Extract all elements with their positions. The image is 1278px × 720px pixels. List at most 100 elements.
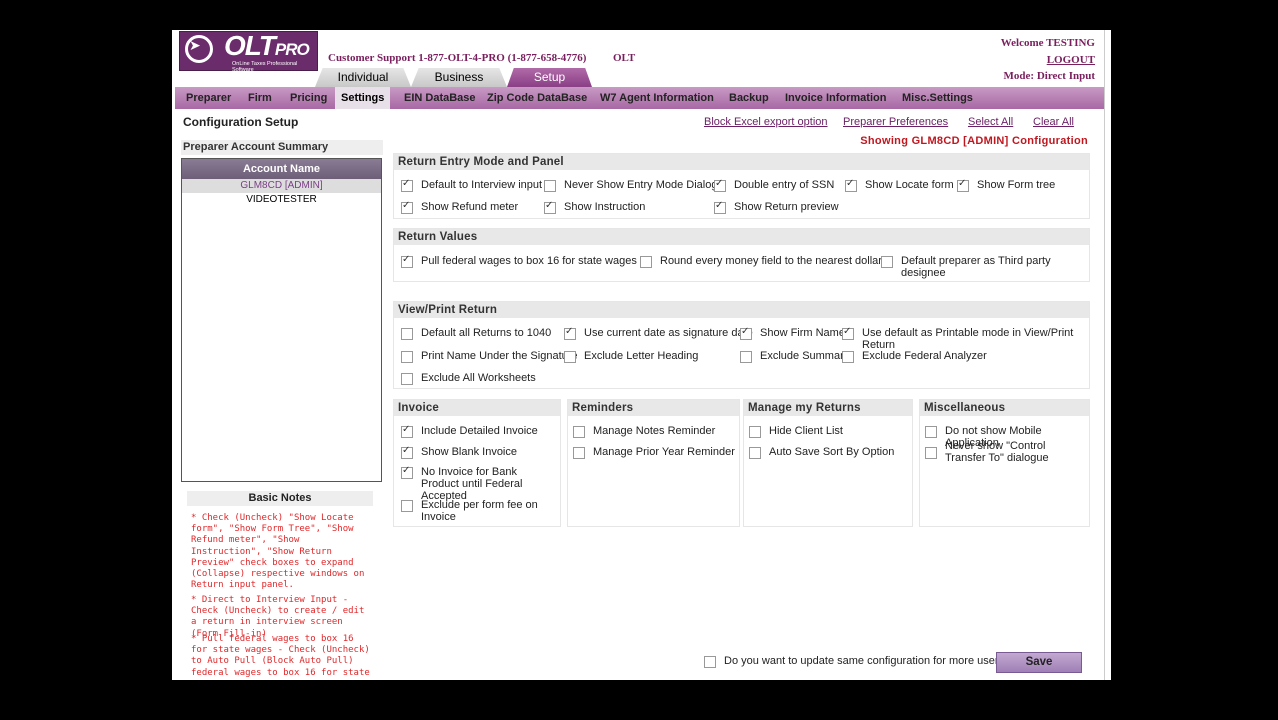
checkbox-box[interactable] [544,180,556,192]
return-values-panel: Return Values Pull federal wages to box … [393,228,1090,282]
exclude-all-worksheets-checkbox[interactable]: Exclude All Worksheets [401,372,536,385]
checkbox-box[interactable] [401,424,413,438]
default-interview-input-checkbox[interactable]: Default to Interview input [401,178,542,192]
include-detailed-invoice-checkbox[interactable]: Include Detailed Invoice [401,424,538,438]
checkbox-box[interactable] [704,656,716,668]
account-name-header: Account Name [182,159,381,179]
checkbox-label: Default preparer as Third party designee [901,255,1051,279]
checkbox-label: Exclude Federal Analyzer [862,350,987,362]
checkbox-box[interactable] [573,426,585,438]
checkbox-box[interactable] [401,351,413,363]
logout-link[interactable]: LOGOUT [1047,54,1095,66]
checkbox-box[interactable] [640,256,652,268]
account-row-glm8cd[interactable]: GLM8CD [ADMIN] [182,179,381,193]
checkbox-box[interactable] [401,328,413,340]
exclude-per-form-fee-checkbox[interactable]: Exclude per form fee on Invoice [401,499,551,523]
vertical-scrollbar[interactable] [1104,30,1111,680]
subnav-zip-code-database[interactable]: Zip Code DataBase [487,87,587,109]
print-name-under-signature-checkbox[interactable]: Print Name Under the Signature [401,350,578,363]
default-preparer-third-party-checkbox[interactable]: Default preparer as Third party designee [881,255,1089,279]
subnav-backup[interactable]: Backup [729,87,769,109]
checkbox-box[interactable] [749,426,761,438]
account-row-videotester[interactable]: VIDEOTESTER [182,193,381,207]
show-form-tree-checkbox[interactable]: Show Form tree [957,178,1056,192]
save-button[interactable]: Save [996,652,1082,673]
clear-all-link[interactable]: Clear All [1033,116,1074,128]
checkbox-box[interactable] [740,326,752,340]
view-print-panel: View/Print Return Default all Returns to… [393,301,1090,389]
checkbox-box[interactable] [842,326,854,340]
preparer-preferences-link[interactable]: Preparer Preferences [843,116,948,128]
checkbox-box[interactable] [957,178,969,192]
show-return-preview-checkbox[interactable]: Show Return preview [714,200,839,214]
checkbox-label: Manage Notes Reminder [593,425,716,437]
show-locate-form-checkbox[interactable]: Show Locate form [845,178,954,192]
default-returns-1040-checkbox[interactable]: Default all Returns to 1040 [401,327,551,340]
current-date-signature-checkbox[interactable]: Use current date as signature date [564,326,753,340]
checkbox-box[interactable] [845,178,857,192]
never-show-entry-mode-checkbox[interactable]: Never Show Entry Mode Dialog [544,179,717,192]
miscellaneous-panel: Miscellaneous Do not show Mobile Applica… [919,399,1090,527]
checkbox-box[interactable] [740,351,752,363]
subnav-firm[interactable]: Firm [248,87,272,109]
select-all-link[interactable]: Select All [968,116,1013,128]
checkbox-label: Never show "Control Transfer To" dialogu… [945,440,1049,464]
show-instruction-checkbox[interactable]: Show Instruction [544,200,645,214]
checkbox-box[interactable] [564,326,576,340]
auto-save-sort-checkbox[interactable]: Auto Save Sort By Option [749,446,894,459]
update-more-users-checkbox[interactable]: Do you want to update same configuration… [704,655,1010,668]
checkbox-box[interactable] [564,351,576,363]
never-show-control-transfer-checkbox[interactable]: Never show "Control Transfer To" dialogu… [925,440,1085,464]
exclude-summary-checkbox[interactable]: Exclude Summary [740,350,849,363]
round-money-field-checkbox[interactable]: Round every money field to the nearest d… [640,255,882,268]
exclude-federal-analyzer-checkbox[interactable]: Exclude Federal Analyzer [842,350,987,363]
subnav-ein-database[interactable]: EIN DataBase [404,87,476,109]
subnav-settings[interactable]: Settings [335,87,391,109]
no-invoice-bank-product-checkbox[interactable]: No Invoice for Bank Product until Federa… [401,465,556,502]
subnav-preparer[interactable]: Preparer [186,87,231,109]
printable-mode-default-checkbox[interactable]: Use default as Printable mode in View/Pr… [842,326,1089,351]
page-title: Configuration Setup [183,115,299,129]
checkbox-label: Exclude All Worksheets [421,372,536,384]
checkbox-box[interactable] [401,254,413,268]
hide-client-list-checkbox[interactable]: Hide Client List [749,425,843,438]
manage-prior-year-reminder-checkbox[interactable]: Manage Prior Year Reminder [573,446,735,459]
checkbox-label: Show Return preview [734,201,839,213]
checkbox-box[interactable] [401,445,413,459]
checkbox-box[interactable] [573,447,585,459]
checkbox-label: Show Locate form [865,179,954,191]
show-blank-invoice-checkbox[interactable]: Show Blank Invoice [401,445,517,459]
checkbox-box[interactable] [749,447,761,459]
reminders-panel: Reminders Manage Notes Reminder Manage P… [567,399,740,527]
checkbox-label: Auto Save Sort By Option [769,446,895,458]
show-refund-meter-checkbox[interactable]: Show Refund meter [401,200,518,214]
block-excel-export-link[interactable]: Block Excel export option [704,116,828,128]
checkbox-box[interactable] [401,373,413,385]
tab-individual[interactable]: Individual [315,68,411,87]
subnav-invoice-information[interactable]: Invoice Information [785,87,886,109]
pull-federal-wages-checkbox[interactable]: Pull federal wages to box 16 for state w… [401,254,637,268]
tab-business[interactable]: Business [411,68,507,87]
checkbox-box[interactable] [925,426,937,438]
tab-setup[interactable]: Setup [507,68,592,87]
subnav-misc-settings[interactable]: Misc.Settings [902,87,973,109]
show-firm-name-checkbox[interactable]: Show Firm Name [740,326,845,340]
checkbox-box[interactable] [401,500,413,512]
manage-notes-reminder-checkbox[interactable]: Manage Notes Reminder [573,425,715,438]
double-entry-ssn-checkbox[interactable]: Double entry of SSN [714,178,834,192]
checkbox-box[interactable] [842,351,854,363]
subnav-pricing[interactable]: Pricing [290,87,327,109]
checkbox-box[interactable] [401,200,413,214]
checkbox-box[interactable] [401,465,413,479]
checkbox-box[interactable] [714,178,726,192]
checkbox-label: No Invoice for Bank Product until Federa… [421,466,523,502]
checkbox-label: Show Form tree [977,179,1056,191]
checkbox-box[interactable] [881,256,893,268]
subnav-w7-agent-information[interactable]: W7 Agent Information [600,87,714,109]
checkbox-label: Never Show Entry Mode Dialog [564,179,718,191]
checkbox-box[interactable] [544,200,556,214]
checkbox-box[interactable] [401,178,413,192]
checkbox-box[interactable] [925,447,937,459]
checkbox-box[interactable] [714,200,726,214]
exclude-letter-heading-checkbox[interactable]: Exclude Letter Heading [564,350,698,363]
